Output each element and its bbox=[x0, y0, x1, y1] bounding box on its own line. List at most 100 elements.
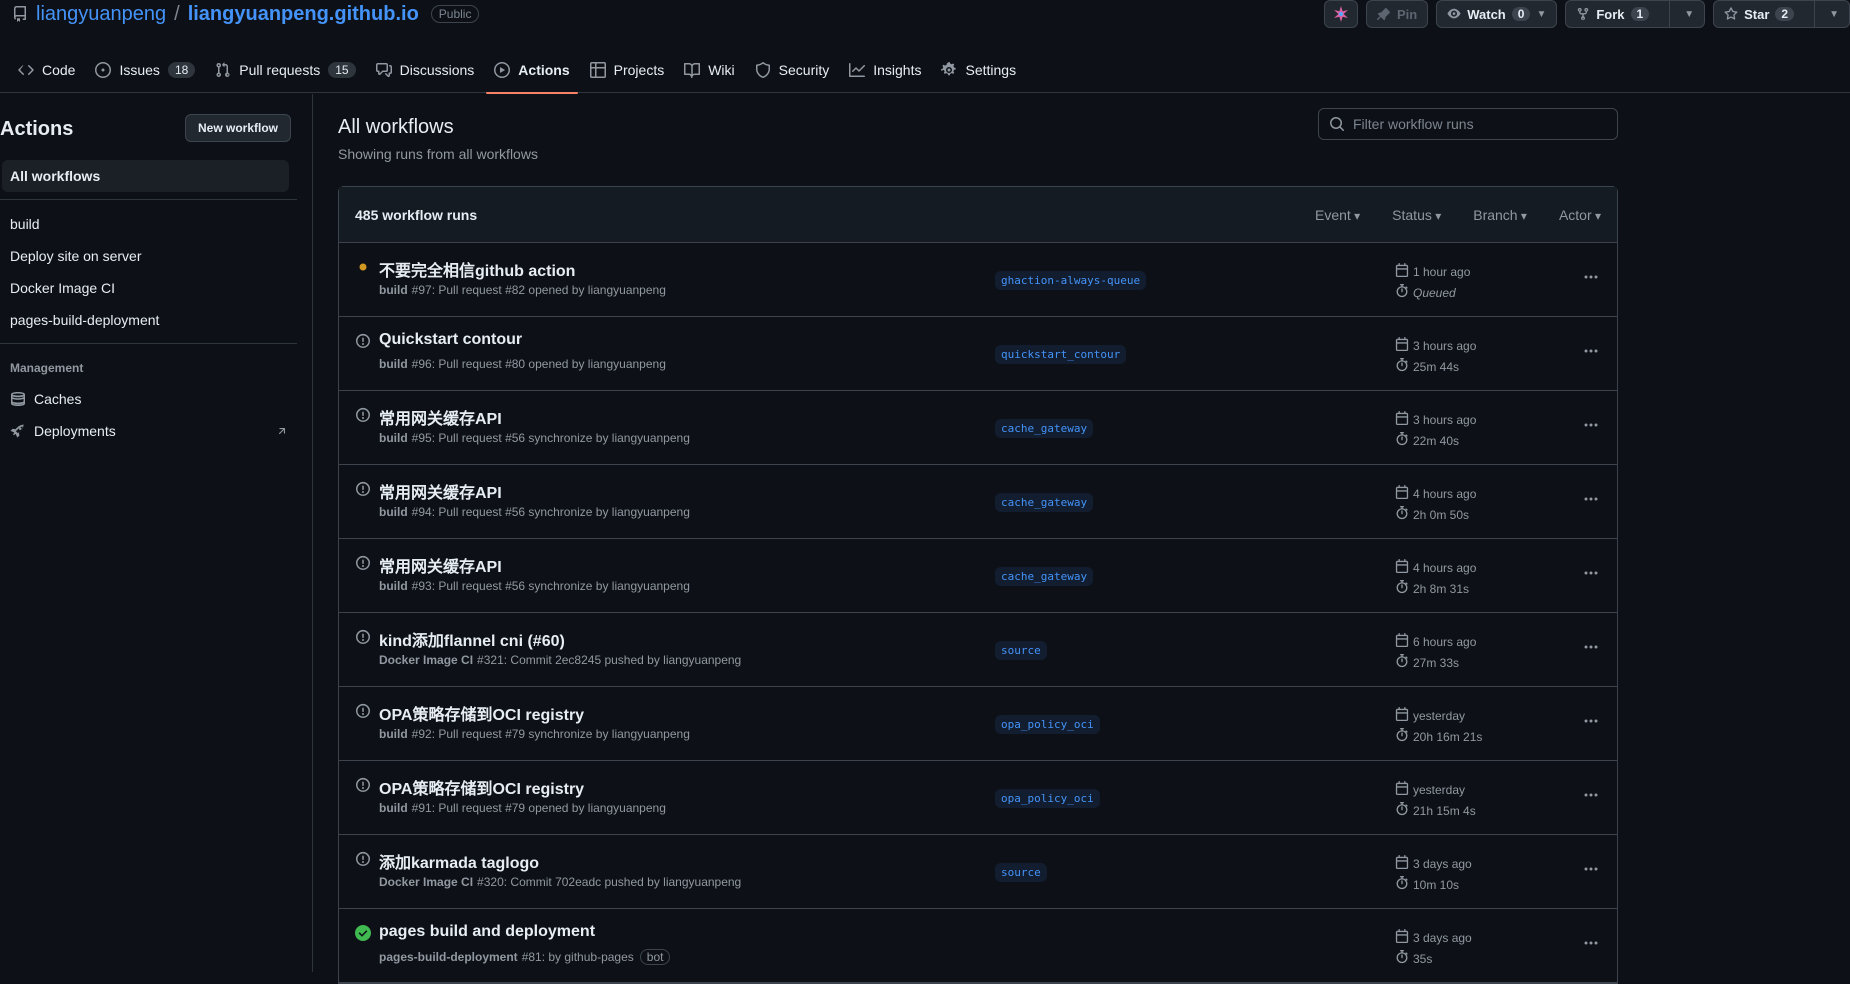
tab-issues[interactable]: Issues 18 bbox=[85, 47, 205, 93]
run-duration-value: Queued bbox=[1413, 285, 1456, 300]
tab-settings[interactable]: Settings bbox=[931, 47, 1026, 93]
run-title-link[interactable]: Quickstart contour bbox=[379, 331, 522, 349]
run-title-link[interactable]: 常用网关缓存API bbox=[379, 553, 502, 577]
filter-event-dropdown[interactable]: Event bbox=[1315, 207, 1360, 223]
run-duration-value: 20h 16m 21s bbox=[1413, 729, 1483, 744]
workflow-run-row[interactable]: 添加karmada taglogo Docker Image CI #320: Co… bbox=[339, 835, 1617, 909]
new-workflow-button[interactable]: New workflow bbox=[185, 114, 292, 142]
run-workflow-name: build bbox=[379, 727, 408, 741]
copilot-button[interactable] bbox=[1323, 0, 1358, 28]
kebab-menu-icon[interactable] bbox=[1579, 635, 1603, 659]
kebab-menu-icon[interactable] bbox=[1579, 339, 1603, 363]
tab-projects[interactable]: Projects bbox=[580, 47, 675, 93]
repo-icon bbox=[13, 6, 26, 22]
kebab-menu-icon[interactable] bbox=[1579, 265, 1603, 289]
filter-actor-dropdown[interactable]: Actor bbox=[1559, 207, 1601, 223]
tab-security[interactable]: Security bbox=[745, 47, 840, 93]
run-title-link[interactable]: 不要完全相信github action bbox=[379, 257, 575, 281]
repo-header: liangyuanpeng / liangyuanpeng.github.io … bbox=[0, 0, 1850, 36]
run-title-link[interactable]: 添加karmada taglogo bbox=[379, 849, 539, 873]
tab-pull-requests[interactable]: Pull requests 15 bbox=[205, 47, 365, 93]
repo-nav: Code Issues 18 Pull requests 15 Discussi… bbox=[0, 47, 1850, 94]
branch-label[interactable]: source bbox=[995, 641, 1047, 660]
workflow-run-row[interactable]: 常用网关缓存API build #94: Pull request #56 sync… bbox=[339, 465, 1617, 539]
sparkle-icon bbox=[1333, 6, 1348, 22]
run-when: yesterday bbox=[1413, 782, 1466, 797]
branch-label[interactable]: cache_gateway bbox=[995, 493, 1094, 512]
repo-owner-link[interactable]: liangyuanpeng bbox=[36, 3, 166, 26]
star-button[interactable]: Star 2 ▼ bbox=[1713, 0, 1850, 28]
fork-button[interactable]: Fork 1 ▼ bbox=[1565, 0, 1706, 28]
tab-discussions[interactable]: Discussions bbox=[366, 47, 485, 93]
run-detail: #91: Pull request #79 opened by liangyua… bbox=[411, 801, 666, 815]
repo-actions: Pin Watch 0 ▼ Fork 1 ▼ Star 2 ▼ bbox=[1323, 0, 1850, 28]
run-workflow-name: Docker Image CI bbox=[379, 875, 474, 889]
kebab-menu-icon[interactable] bbox=[1579, 931, 1603, 955]
pin-button[interactable]: Pin bbox=[1365, 0, 1429, 28]
run-workflow-name: build bbox=[379, 357, 408, 371]
sidebar-item-caches[interactable]: Caches bbox=[10, 383, 288, 415]
branch-label[interactable]: source bbox=[995, 863, 1047, 882]
alert-circle-icon bbox=[355, 333, 371, 349]
run-title-link[interactable]: OPA策略存储到OCI registry bbox=[379, 701, 584, 725]
run-duration: 25m 44s bbox=[1395, 358, 1459, 375]
kebab-menu-icon[interactable] bbox=[1579, 709, 1603, 733]
run-title-link[interactable]: 常用网关缓存API bbox=[379, 479, 502, 503]
sidebar-item-workflow[interactable]: Deploy site on server bbox=[2, 240, 289, 272]
run-duration: 35s bbox=[1395, 950, 1432, 967]
workflow-run-row[interactable]: OPA策略存储到OCI registry build #92: Pull reque… bbox=[339, 687, 1617, 761]
workflow-run-row[interactable]: 常用网关缓存API build #95: Pull request #56 sync… bbox=[339, 391, 1617, 465]
sidebar-item-workflow[interactable]: pages-build-deployment bbox=[2, 304, 289, 336]
sidebar-item-workflow[interactable]: Docker Image CI bbox=[2, 272, 289, 304]
branch-label[interactable]: cache_gateway bbox=[995, 419, 1094, 438]
chevron-down-icon[interactable]: ▼ bbox=[1814, 1, 1839, 27]
branch-label[interactable]: ghaction-always-queue bbox=[995, 271, 1147, 290]
issues-count: 18 bbox=[167, 62, 196, 78]
run-title-link[interactable]: OPA策略存储到OCI registry bbox=[379, 775, 584, 799]
sidebar-item-all-workflows[interactable]: All workflows bbox=[2, 160, 289, 192]
chevron-down-icon[interactable]: ▼ bbox=[1536, 9, 1546, 20]
repo-name-link[interactable]: liangyuanpeng.github.io bbox=[188, 3, 419, 26]
kebab-menu-icon[interactable] bbox=[1579, 783, 1603, 807]
filter-branch-dropdown[interactable]: Branch bbox=[1473, 207, 1527, 223]
run-title-link[interactable]: kind添加flannel cni (#60) bbox=[379, 627, 565, 651]
run-meta: build #94: Pull request #56 synchronize b… bbox=[379, 505, 690, 519]
workflow-run-row[interactable]: kind添加flannel cni (#60) Docker Image CI #3… bbox=[339, 613, 1617, 687]
workflow-run-row[interactable]: OPA策略存储到OCI registry build #91: Pull reque… bbox=[339, 761, 1617, 835]
link-external-icon bbox=[279, 428, 286, 435]
workflow-run-row[interactable]: 常用网关缓存API build #93: Pull request #56 sync… bbox=[339, 539, 1617, 613]
run-detail: #95: Pull request #56 synchronize by lia… bbox=[411, 431, 690, 445]
watch-button[interactable]: Watch 0 ▼ bbox=[1436, 0, 1558, 28]
run-timestamp: 3 days ago bbox=[1395, 855, 1472, 872]
tab-label: Issues bbox=[119, 62, 160, 78]
tab-code[interactable]: Code bbox=[8, 47, 85, 93]
tab-insights[interactable]: Insights bbox=[839, 47, 931, 93]
workflow-run-row[interactable]: Quickstart contour build #96: Pull request… bbox=[339, 317, 1617, 391]
chevron-down-icon[interactable]: ▼ bbox=[1669, 1, 1694, 27]
run-title-link[interactable]: 常用网关缓存API bbox=[379, 405, 502, 429]
kebab-menu-icon[interactable] bbox=[1579, 561, 1603, 585]
run-title-link[interactable]: pages build and deployment bbox=[379, 923, 595, 941]
branch-label[interactable]: opa_policy_oci bbox=[995, 789, 1100, 808]
filter-workflow-runs-input[interactable]: Filter workflow runs bbox=[1318, 108, 1618, 140]
runs-count: 485 workflow runs bbox=[355, 206, 478, 223]
kebab-menu-icon[interactable] bbox=[1579, 413, 1603, 437]
bot-badge: bot bbox=[639, 949, 671, 965]
kebab-menu-icon[interactable] bbox=[1579, 857, 1603, 881]
branch-label[interactable]: opa_policy_oci bbox=[995, 715, 1100, 734]
tab-label: Wiki bbox=[708, 62, 735, 78]
filter-status-dropdown[interactable]: Status bbox=[1392, 207, 1441, 223]
run-duration: 21h 15m 4s bbox=[1395, 802, 1476, 819]
kebab-menu-icon[interactable] bbox=[1579, 487, 1603, 511]
tab-actions[interactable]: Actions bbox=[484, 47, 579, 94]
run-detail: #81: by github-pages bbox=[521, 950, 634, 964]
branch-label[interactable]: cache_gateway bbox=[995, 567, 1094, 586]
run-meta: build #91: Pull request #79 opened by lia… bbox=[379, 801, 666, 815]
star-label: Star bbox=[1744, 6, 1770, 22]
sidebar-item-workflow[interactable]: build bbox=[2, 208, 289, 240]
sidebar-item-deployments[interactable]: Deployments bbox=[10, 415, 288, 447]
calendar-icon bbox=[1395, 707, 1409, 724]
tab-wiki[interactable]: Wiki bbox=[674, 47, 744, 93]
branch-label[interactable]: quickstart_contour bbox=[995, 345, 1127, 364]
workflow-run-row[interactable]: 不要完全相信github action build #97: Pull reques… bbox=[339, 243, 1617, 317]
